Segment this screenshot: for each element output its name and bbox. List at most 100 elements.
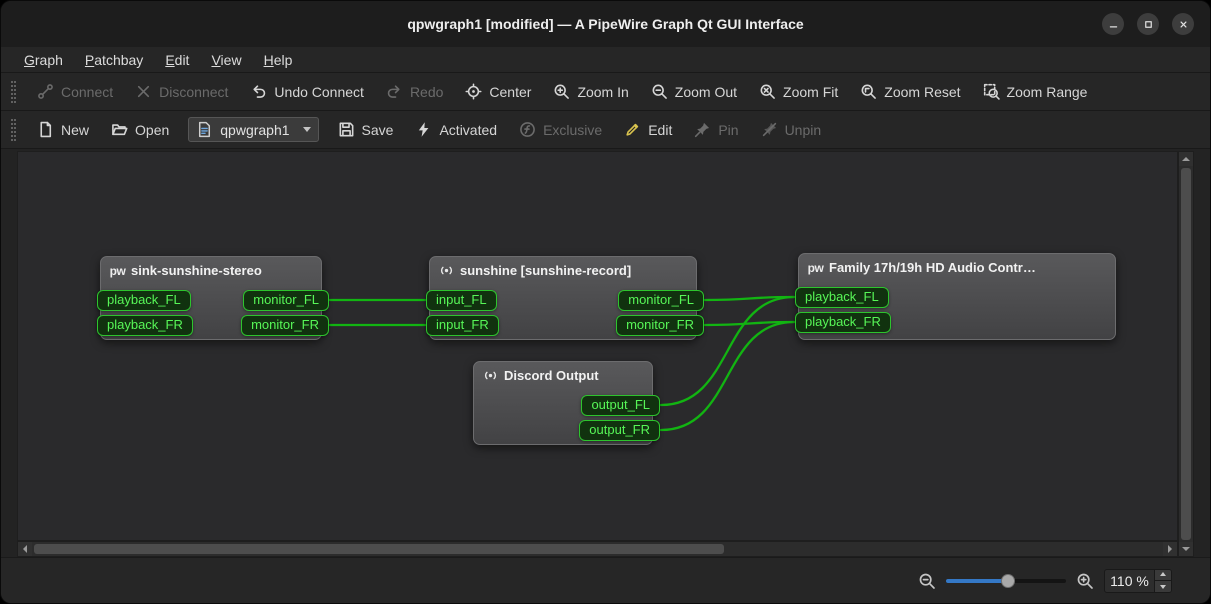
scroll-up-arrow[interactable] [1179, 152, 1193, 166]
menu-patchbay[interactable]: Patchbay [74, 50, 154, 70]
toolbar-button-center[interactable]: Center [454, 78, 542, 105]
node-title: Discord Output [504, 368, 599, 383]
titlebar[interactable]: qpwgraph1 [modified] — A PipeWire Graph … [1, 1, 1210, 47]
toolbar-graph: ConnectDisconnectUndo ConnectRedoCenterZ… [1, 73, 1210, 111]
toolbar-button-label: Unpin [785, 122, 822, 138]
vertical-scroll-track[interactable] [1179, 166, 1193, 542]
port-monitor_FL[interactable]: monitor_FL [243, 290, 329, 311]
window-controls [1102, 1, 1194, 47]
toolbar-button-label: Zoom Reset [884, 84, 960, 100]
toolbar-button-save[interactable]: Save [327, 116, 405, 143]
port-input_FL[interactable]: input_FL [426, 290, 497, 311]
connections-layer [18, 152, 1177, 540]
toolbar-button-zoom-range[interactable]: Zoom Range [972, 78, 1099, 105]
toolbar-button-label: Undo Connect [274, 84, 364, 100]
connect-icon [37, 83, 54, 100]
zoom-range-icon [983, 83, 1000, 100]
session-combo-value: qpwgraph1 [220, 122, 289, 138]
menu-graph[interactable]: Graph [13, 50, 74, 70]
toolbar-drag-handle[interactable] [11, 81, 16, 103]
session-combo[interactable]: qpwgraph1 [188, 117, 318, 142]
port-playback_FR[interactable]: playback_FR [97, 315, 193, 336]
save-icon [338, 121, 355, 138]
toolbar-button-redo[interactable]: Redo [375, 78, 454, 105]
disconnect-icon [135, 83, 152, 100]
unpin-icon [761, 121, 778, 138]
port-output_FR[interactable]: output_FR [579, 420, 660, 441]
close-button[interactable] [1172, 13, 1194, 35]
zoom-slider-handle[interactable] [1001, 574, 1015, 588]
zoom-out-icon [651, 83, 668, 100]
toolbar-button-unpin[interactable]: Unpin [750, 116, 833, 143]
node-family[interactable]: pwFamily 17h/19h HD Audio Contr…playback… [798, 253, 1116, 340]
menu-view[interactable]: View [200, 50, 252, 70]
close-icon [1178, 19, 1189, 30]
toolbar-drag-handle[interactable] [11, 119, 16, 141]
vertical-scroll-handle[interactable] [1181, 168, 1191, 540]
toolbar-button-edit[interactable]: Edit [613, 116, 683, 143]
port-output_FL[interactable]: output_FL [581, 395, 660, 416]
toolbar-button-activated[interactable]: Activated [404, 116, 508, 143]
minimize-button[interactable] [1102, 13, 1124, 35]
zoom-spinbox[interactable]: 110 % [1104, 569, 1172, 593]
toolbar-button-zoom-reset[interactable]: Zoom Reset [849, 78, 971, 105]
toolbar-button-label: Exclusive [543, 122, 602, 138]
zoom-in-icon [553, 83, 570, 100]
scroll-down-arrow[interactable] [1179, 542, 1193, 556]
horizontal-scrollbar[interactable] [17, 541, 1178, 557]
node-discord[interactable]: Discord Outputoutput_FLoutput_FR [473, 361, 653, 445]
scroll-left-arrow[interactable] [18, 542, 32, 556]
toolbar-button-label: Save [362, 122, 394, 138]
spin-down-button[interactable] [1155, 580, 1171, 592]
vertical-scrollbar[interactable] [1178, 151, 1194, 557]
horizontal-scroll-handle[interactable] [34, 544, 724, 554]
open-icon [111, 121, 128, 138]
port-monitor_FR[interactable]: monitor_FR [616, 315, 704, 336]
menu-edit[interactable]: Edit [154, 50, 200, 70]
graph-canvas[interactable]: pwsink-sunshine-stereoplayback_FLplaybac… [17, 151, 1178, 541]
port-playback_FL[interactable]: playback_FL [795, 287, 889, 308]
toolbar-button-label: Disconnect [159, 84, 228, 100]
scroll-right-arrow[interactable] [1163, 542, 1177, 556]
horizontal-scroll-track[interactable] [32, 542, 1163, 556]
menubar: GraphPatchbayEditViewHelp [1, 47, 1210, 73]
toolbar-button-disconnect[interactable]: Disconnect [124, 78, 239, 105]
content-area: pwsink-sunshine-stereoplayback_FLplaybac… [1, 149, 1210, 557]
port-playback_FL[interactable]: playback_FL [97, 290, 191, 311]
maximize-button[interactable] [1137, 13, 1159, 35]
toolbar-button-open[interactable]: Open [100, 116, 180, 143]
toolbar-button-new[interactable]: New [26, 116, 100, 143]
zoom-slider[interactable] [946, 571, 1066, 591]
node-title: sunshine [sunshine-record] [460, 263, 631, 278]
toolbar-button-connect[interactable]: Connect [26, 78, 124, 105]
port-monitor_FL[interactable]: monitor_FL [618, 290, 704, 311]
toolbar-button-pin[interactable]: Pin [683, 116, 749, 143]
spin-buttons [1154, 570, 1171, 592]
toolbar-button-zoom-fit[interactable]: Zoom Fit [748, 78, 849, 105]
node-title: sink-sunshine-stereo [131, 263, 262, 278]
activated-icon [415, 121, 432, 138]
toolbar-button-label: Connect [61, 84, 113, 100]
zoom-value[interactable]: 110 % [1105, 570, 1154, 592]
node-header: sunshine [sunshine-record] [430, 257, 696, 282]
zoom-out-icon[interactable] [918, 572, 936, 590]
pipewire-icon: pw [110, 263, 125, 278]
zoom-in-icon[interactable] [1076, 572, 1094, 590]
port-monitor_FR[interactable]: monitor_FR [241, 315, 329, 336]
node-sunshine[interactable]: sunshine [sunshine-record] input_FL input_… [429, 256, 697, 340]
redo-icon [386, 83, 403, 100]
toolbar-button-exclusive[interactable]: Exclusive [508, 116, 613, 143]
node-sink[interactable]: pw sink-sunshine-stereo playback_FLplaybac… [100, 256, 322, 340]
port-playback_FR[interactable]: playback_FR [795, 312, 891, 333]
toolbar-button-zoom-in[interactable]: Zoom In [542, 78, 639, 105]
toolbar-button-zoom-out[interactable]: Zoom Out [640, 78, 748, 105]
minimize-icon [1108, 19, 1119, 30]
exclusive-icon [519, 121, 536, 138]
toolbar-button-undo-connect[interactable]: Undo Connect [239, 78, 375, 105]
undo-connect-icon [250, 83, 267, 100]
spin-up-button[interactable] [1155, 570, 1171, 581]
zoom-reset-icon [860, 83, 877, 100]
menu-help[interactable]: Help [253, 50, 304, 70]
port-input_FR[interactable]: input_FR [426, 315, 499, 336]
chevron-down-icon [303, 127, 311, 132]
